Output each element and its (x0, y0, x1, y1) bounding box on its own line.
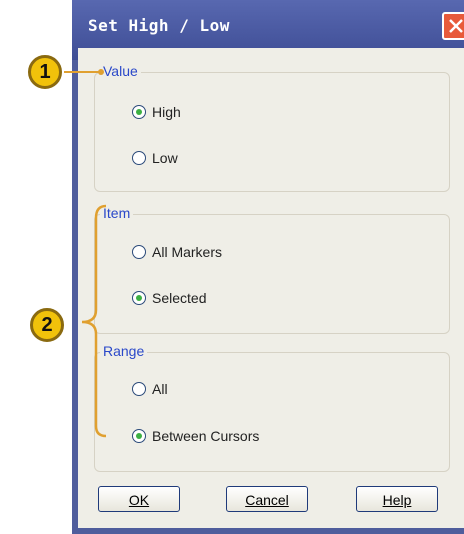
ok-button[interactable]: OK (98, 486, 180, 512)
range-group-label: Range (100, 343, 148, 359)
callout-1: 1 (28, 55, 62, 89)
radio-icon (132, 245, 146, 259)
close-button[interactable] (442, 12, 464, 40)
radio-selected[interactable]: Selected (132, 290, 206, 306)
help-button[interactable]: Help (356, 486, 438, 512)
radio-icon (132, 105, 146, 119)
dialog-title: Set High / Low (88, 16, 230, 35)
radio-all-markers-label: All Markers (152, 244, 223, 260)
radio-low[interactable]: Low (132, 150, 178, 166)
radio-all-label: All (152, 381, 168, 397)
item-group (94, 214, 450, 334)
set-high-low-dialog: Set High / Low Value High Low Item All M… (72, 0, 464, 534)
radio-between-cursors[interactable]: Between Cursors (132, 428, 259, 444)
item-group-label: Item (100, 205, 134, 221)
radio-icon (132, 151, 146, 165)
radio-icon (132, 429, 146, 443)
radio-icon (132, 382, 146, 396)
radio-selected-label: Selected (152, 290, 207, 306)
range-group (94, 352, 450, 472)
callout-2: 2 (30, 308, 64, 342)
radio-between-cursors-label: Between Cursors (152, 428, 260, 444)
cancel-button[interactable]: Cancel (226, 486, 308, 512)
radio-all[interactable]: All (132, 381, 168, 397)
value-group (94, 72, 450, 192)
value-group-label: Value (100, 63, 141, 79)
radio-high[interactable]: High (132, 104, 181, 120)
radio-high-label: High (152, 104, 181, 120)
radio-low-label: Low (152, 150, 178, 166)
radio-all-markers[interactable]: All Markers (132, 244, 222, 260)
dialog-client-area: Value High Low Item All Markers Selected… (78, 48, 464, 528)
close-icon (449, 19, 463, 33)
radio-icon (132, 291, 146, 305)
